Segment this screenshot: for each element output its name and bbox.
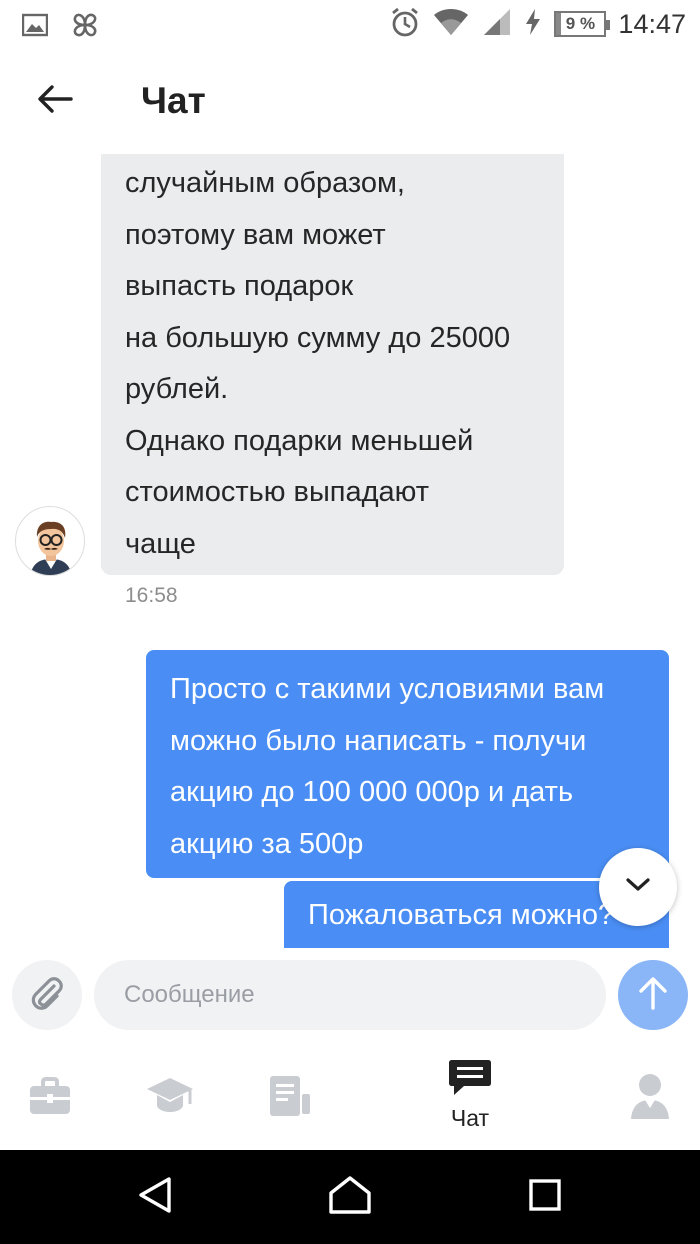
message-line: стоимостью выпадают bbox=[125, 476, 430, 508]
wifi-icon bbox=[432, 7, 470, 42]
nav-item-documents[interactable] bbox=[250, 1058, 330, 1138]
message-line: Однако подарки меньшей bbox=[125, 424, 474, 457]
message-timestamp: 16:58 bbox=[125, 584, 178, 607]
battery-text: 9 % bbox=[565, 14, 596, 33]
message-line: поэтому вам может bbox=[125, 218, 386, 251]
system-home-button[interactable] bbox=[327, 1174, 373, 1220]
message-line: на большую сумму до 25000 bbox=[125, 321, 511, 354]
chat-messages[interactable]: случайным образом, поэтому вам может вып… bbox=[0, 154, 700, 948]
message-line: акцию до 100 000 000р и дать bbox=[170, 776, 574, 808]
chevron-down-icon bbox=[625, 877, 651, 898]
graduation-cap-icon bbox=[146, 1058, 194, 1121]
message-line: Просто с такими условиями вам bbox=[170, 673, 605, 705]
paperclip-icon bbox=[27, 973, 67, 1018]
arrow-left-icon bbox=[37, 84, 73, 119]
send-button[interactable] bbox=[618, 960, 688, 1030]
page-title: Чат bbox=[141, 80, 206, 121]
message-line: чаще bbox=[125, 527, 196, 560]
message-composer bbox=[0, 948, 700, 1044]
system-recents-button[interactable] bbox=[522, 1174, 568, 1220]
operator-avatar bbox=[15, 506, 85, 576]
battery-cap bbox=[606, 20, 611, 30]
system-navigation-bar bbox=[0, 1150, 700, 1244]
nav-item-label: Чат bbox=[450, 1105, 490, 1131]
outgoing-message: Просто с такими условиями вам можно было… bbox=[146, 650, 669, 878]
system-back-button[interactable] bbox=[132, 1174, 178, 1220]
bottom-navigation: Чат bbox=[0, 1044, 700, 1150]
home-icon bbox=[328, 1175, 372, 1220]
battery-icon: 9 % bbox=[554, 11, 611, 37]
message-line: случайным образом, bbox=[125, 167, 405, 199]
back-button[interactable] bbox=[30, 76, 80, 126]
message-line: акцию за 500р bbox=[170, 827, 364, 860]
incoming-message: случайным образом, поэтому вам может вып… bbox=[101, 154, 564, 575]
square-recents-icon bbox=[528, 1178, 562, 1217]
message-line: рублей. bbox=[125, 373, 229, 405]
message-line: выпасть подарок bbox=[125, 270, 354, 302]
nav-item-chat[interactable]: Чат bbox=[430, 1058, 510, 1138]
triangle-back-icon bbox=[137, 1176, 173, 1219]
profile-icon bbox=[630, 1058, 670, 1125]
nav-item-education[interactable] bbox=[130, 1058, 210, 1138]
charging-icon bbox=[524, 8, 542, 41]
message-input[interactable] bbox=[94, 960, 606, 1030]
nav-item-profile[interactable] bbox=[610, 1058, 690, 1138]
arrow-up-icon bbox=[638, 976, 668, 1015]
document-icon bbox=[268, 1058, 312, 1123]
briefcase-icon bbox=[28, 1058, 72, 1121]
status-time: 14:47 bbox=[618, 8, 686, 39]
attach-button[interactable] bbox=[12, 960, 82, 1030]
app-header: Чат bbox=[0, 48, 700, 154]
alarm-icon bbox=[390, 6, 420, 43]
status-bar: 9 % 14:47 bbox=[0, 0, 700, 48]
signal-icon bbox=[482, 7, 512, 42]
chat-icon bbox=[448, 1058, 492, 1103]
image-icon bbox=[21, 13, 49, 42]
nav-item-portfolio[interactable] bbox=[10, 1058, 90, 1138]
scroll-down-button[interactable] bbox=[599, 848, 677, 926]
message-line: можно было написать - получи bbox=[170, 724, 587, 757]
pinwheel-icon bbox=[70, 10, 100, 45]
